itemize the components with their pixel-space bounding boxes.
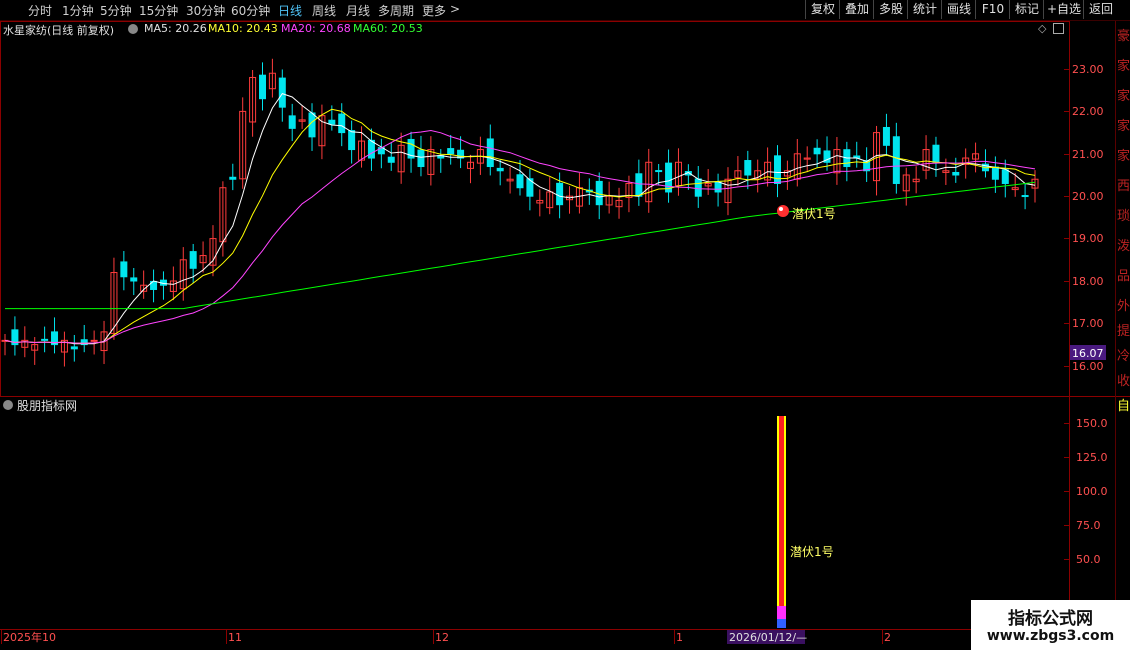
candle-body bbox=[952, 171, 960, 176]
side-glyph: 外 bbox=[1117, 299, 1130, 314]
side-glyph: 西 bbox=[1117, 179, 1130, 194]
watermark-url: www.zbgs3.com bbox=[986, 628, 1115, 644]
indicator-tick-label: 100.0 bbox=[1076, 485, 1108, 498]
date-label: 2025年10 bbox=[3, 630, 56, 644]
candle-body bbox=[90, 339, 98, 342]
candle-body bbox=[774, 155, 781, 184]
price-tick-label: 22.00 bbox=[1072, 105, 1104, 118]
side-glyph: 家 bbox=[1117, 58, 1130, 74]
side-glyph: 冷 bbox=[1117, 349, 1130, 364]
candle-body bbox=[1001, 169, 1009, 184]
candles bbox=[1, 58, 1039, 367]
candle-body bbox=[556, 182, 564, 206]
side-panel-glyphs: 豪家家家家西琐泼品外提冷收自 bbox=[1117, 28, 1130, 414]
signal-annotation: 潜伏1号 bbox=[777, 205, 836, 221]
candle-body bbox=[259, 74, 266, 100]
candle-body bbox=[70, 346, 78, 350]
candle-body bbox=[328, 119, 336, 125]
indicator-tick-label: 125.0 bbox=[1076, 451, 1108, 464]
current-price: 16.07 bbox=[1072, 347, 1104, 360]
candle-body bbox=[991, 166, 999, 180]
candle-body bbox=[882, 126, 890, 146]
side-glyph: 家 bbox=[1117, 88, 1130, 104]
indicator-signal-label: 潜伏1号 bbox=[790, 545, 834, 559]
candle-body bbox=[120, 261, 128, 278]
watermark-title: 指标公式网 bbox=[1008, 609, 1093, 629]
indicator-signal-bar: 潜伏1号 bbox=[777, 416, 834, 628]
candle-body bbox=[417, 149, 425, 168]
candle-body bbox=[348, 130, 356, 151]
price-tick-label: 17.00 bbox=[1072, 317, 1104, 330]
price-tick-label: 23.00 bbox=[1072, 63, 1104, 76]
signal-bar-base bbox=[777, 606, 786, 619]
side-glyph: 家 bbox=[1117, 148, 1130, 164]
candle-body bbox=[288, 115, 296, 129]
signal-bar-bottom bbox=[777, 619, 786, 628]
signal-ball-highlight bbox=[779, 207, 783, 211]
cursor-date: 2026/01/12/— bbox=[729, 631, 807, 644]
candle-body bbox=[932, 144, 940, 163]
side-glyph: 收 bbox=[1117, 374, 1130, 389]
candle-body bbox=[516, 174, 524, 189]
candle-body bbox=[189, 251, 197, 269]
signal-bar-inner bbox=[779, 416, 784, 612]
kline-chart[interactable]: 23.00 22.00 21.00 20.00 19.00 18.00 17.00 16.00… bbox=[0, 0, 1130, 650]
price-tick-label: 20.00 bbox=[1072, 190, 1104, 203]
indicator-menu-icon[interactable] bbox=[3, 400, 13, 410]
date-label: 12 bbox=[435, 631, 449, 644]
side-glyph: 品 bbox=[1117, 269, 1130, 284]
side-glyph: 泼 bbox=[1117, 239, 1130, 254]
indicator-tick-label: 150.0 bbox=[1076, 417, 1108, 430]
candle-body bbox=[367, 139, 375, 159]
date-label: 1 bbox=[676, 631, 683, 644]
ma5-line bbox=[4, 93, 1036, 345]
date-label: 2 bbox=[884, 631, 891, 644]
candle-body bbox=[41, 338, 49, 341]
side-glyph: 琐 bbox=[1117, 208, 1130, 224]
candle-body bbox=[635, 173, 643, 197]
indicator-tick-label: 75.0 bbox=[1076, 519, 1101, 532]
candle-body bbox=[813, 147, 821, 155]
signal-ball-icon bbox=[777, 205, 789, 217]
candle-body bbox=[1021, 195, 1029, 198]
ma60-line bbox=[5, 181, 1036, 310]
candle-body bbox=[308, 112, 316, 138]
indicator-name: 股朋指标网 bbox=[17, 398, 77, 413]
candle-body bbox=[655, 170, 663, 173]
side-glyph: 提 bbox=[1117, 323, 1130, 339]
indicator-tick-label: 50.0 bbox=[1076, 553, 1101, 566]
date-label: 11 bbox=[228, 631, 242, 644]
price-pane-frame bbox=[0, 21, 1070, 397]
candle-body bbox=[229, 176, 237, 180]
price-tick-label: 16.00 bbox=[1072, 360, 1104, 373]
candle-body bbox=[744, 160, 752, 176]
candle-body bbox=[338, 113, 346, 134]
candle-body bbox=[130, 277, 138, 282]
candle-body bbox=[447, 148, 455, 155]
side-glyph: 豪 bbox=[1117, 28, 1130, 44]
candle-body bbox=[892, 136, 900, 184]
price-tick-label: 21.00 bbox=[1072, 148, 1104, 161]
price-tick-label: 19.00 bbox=[1072, 232, 1104, 245]
ma-lines bbox=[4, 93, 1036, 345]
candle-body bbox=[496, 167, 504, 172]
signal-label: 潜伏1号 bbox=[792, 207, 836, 221]
watermark: 指标公式网 www.zbgs3.com bbox=[971, 600, 1130, 650]
candle-body bbox=[714, 181, 722, 193]
side-glyph: 家 bbox=[1117, 118, 1130, 134]
side-glyph: 自 bbox=[1117, 399, 1130, 414]
candle-body bbox=[486, 138, 494, 168]
price-tick-label: 18.00 bbox=[1072, 275, 1104, 288]
candle-body bbox=[694, 178, 702, 197]
candle-body bbox=[387, 156, 395, 163]
candle-body bbox=[278, 77, 286, 108]
